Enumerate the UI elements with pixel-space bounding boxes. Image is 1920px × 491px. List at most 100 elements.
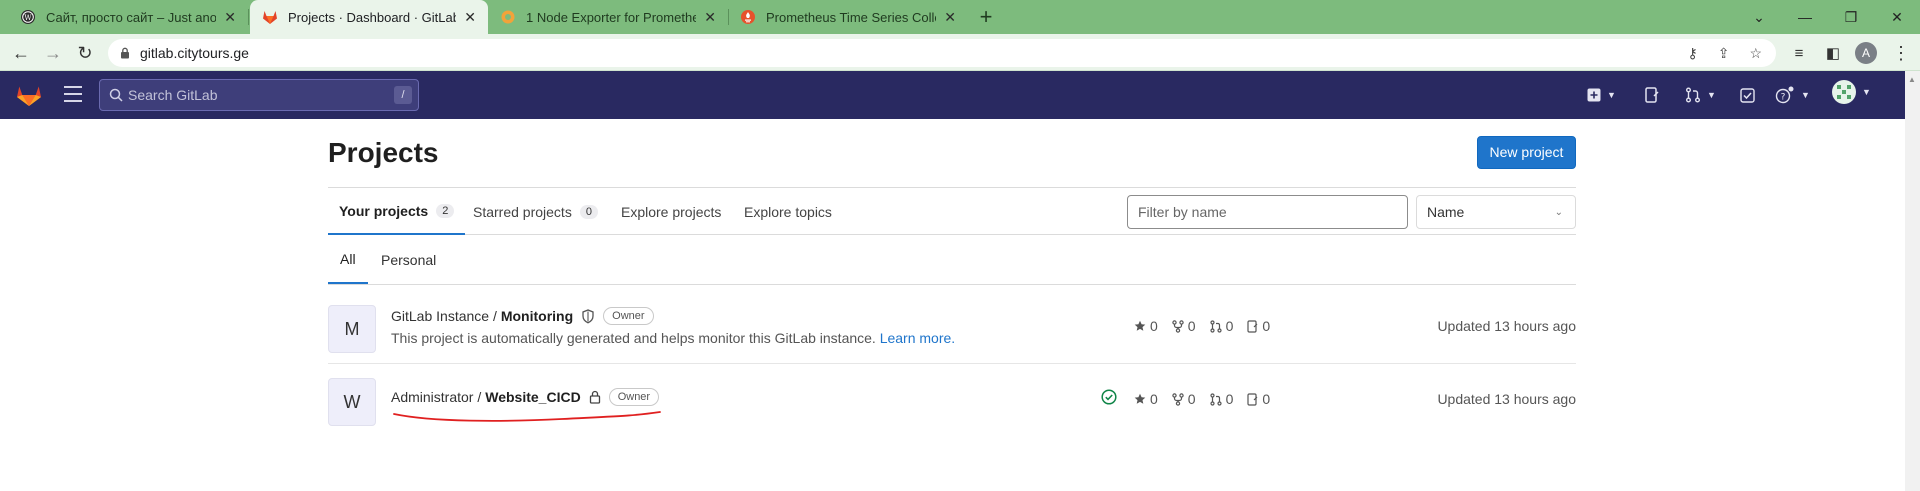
new-tab-button[interactable]: + [973, 4, 999, 30]
reading-list-icon[interactable]: ≡ [1786, 40, 1812, 66]
role-badge: Owner [603, 307, 654, 325]
project-name: Website_CICD [485, 389, 581, 405]
side-panel-icon[interactable]: ◧ [1820, 40, 1846, 66]
page-title: Projects [328, 137, 439, 168]
chevron-down-icon: ▼ [1801, 90, 1810, 100]
issues-nav-button[interactable] [1645, 85, 1659, 105]
project-stats: 0 0 0 0 [1134, 318, 1284, 334]
forks-count-link[interactable]: 0 [1172, 318, 1196, 334]
svg-text:W: W [24, 14, 32, 22]
red-underline-annotation [393, 411, 661, 422]
project-stats: 0 0 0 0 [1134, 391, 1284, 407]
stars-count: 0 [1150, 391, 1158, 407]
new-project-button[interactable]: New project [1477, 136, 1576, 169]
merge-request-icon [1209, 392, 1222, 406]
updated-time: Updated 13 hours ago [1437, 391, 1576, 407]
tab-separator [248, 9, 249, 25]
filter-by-name-input[interactable] [1127, 195, 1408, 229]
tab-count-badge: 2 [436, 203, 455, 218]
gitlab-search[interactable]: / [99, 79, 419, 111]
close-tab-icon[interactable]: ✕ [944, 9, 956, 26]
fork-icon [1172, 392, 1184, 406]
scroll-up-arrow-icon[interactable]: ▲ [1908, 75, 1916, 84]
browser-menu-icon[interactable]: ⋮ [1888, 40, 1914, 66]
hamburger-menu-icon[interactable] [64, 86, 82, 102]
share-icon[interactable]: ⇪ [1718, 45, 1730, 62]
back-icon[interactable]: ← [8, 40, 34, 66]
chevron-down-icon: ▼ [1862, 87, 1871, 97]
project-title-link[interactable]: GitLab Instance / Monitoring Owner [391, 307, 654, 325]
tab-title: 1 Node Exporter for Prometheus [526, 9, 697, 25]
pipeline-passed-icon[interactable] [1101, 389, 1117, 405]
browser-tab-2[interactable]: Projects · Dashboard · GitLab ✕ [250, 0, 488, 34]
updated-time: Updated 13 hours ago [1437, 318, 1576, 334]
stars-count-link[interactable]: 0 [1134, 391, 1158, 407]
merge-requests-dropdown[interactable]: ▼ [1685, 85, 1716, 105]
profile-avatar[interactable]: A [1855, 42, 1877, 64]
sort-value: Name [1427, 204, 1465, 220]
stars-count: 0 [1150, 318, 1158, 334]
issues-count-link[interactable]: 0 [1247, 318, 1270, 334]
project-row: M GitLab Instance / Monitoring Owner Thi… [328, 291, 1576, 364]
merge-requests-count-link[interactable]: 0 [1209, 391, 1233, 407]
issues-icon [1247, 392, 1258, 406]
issues-count: 0 [1262, 318, 1271, 334]
plus-square-icon [1587, 88, 1601, 102]
wordpress-icon: W [21, 10, 35, 24]
subtab-personal[interactable]: Personal [381, 236, 436, 284]
tab-your-projects[interactable]: Your projects 2 [328, 188, 466, 235]
subtab-all[interactable]: All [328, 236, 368, 284]
gitlab-logo-icon[interactable] [16, 83, 42, 107]
svg-text:?: ? [1781, 93, 1786, 103]
issues-count-link[interactable]: 0 [1247, 391, 1270, 407]
project-avatar[interactable]: W [328, 378, 376, 426]
tab-explore-projects[interactable]: Explore projects [621, 188, 721, 235]
address-bar[interactable]: gitlab.citytours.ge ⚷ ⇪ ☆ [108, 39, 1776, 67]
tab-label: Explore topics [744, 203, 832, 220]
project-name: Monitoring [500, 308, 574, 324]
key-icon[interactable]: ⚷ [1687, 45, 1697, 62]
forks-count-link[interactable]: 0 [1172, 391, 1196, 407]
todos-nav-button[interactable] [1740, 85, 1755, 105]
prometheus-icon [741, 10, 755, 24]
tab-search-icon[interactable]: ⌄ [1736, 0, 1782, 34]
sort-dropdown[interactable]: Name ⌄ [1416, 195, 1576, 229]
browser-tab-4[interactable]: Prometheus Time Series Collectio ✕ [728, 0, 968, 34]
reload-icon[interactable]: ↻ [72, 40, 98, 66]
tab-starred-projects[interactable]: Starred projects 0 [473, 188, 598, 235]
close-tab-icon[interactable]: ✕ [704, 9, 716, 26]
stars-count-link[interactable]: 0 [1134, 318, 1158, 334]
merge-request-icon [1209, 319, 1222, 333]
window-close-button[interactable]: ✕ [1874, 0, 1920, 34]
chevron-down-icon: ▼ [1707, 90, 1716, 100]
tab-title: Сайт, просто сайт – Just another [46, 9, 217, 25]
lock-icon [121, 47, 129, 59]
chevron-down-icon: ▼ [1607, 90, 1616, 100]
project-namespace: Administrator / [391, 389, 482, 405]
close-tab-icon[interactable]: ✕ [224, 9, 236, 26]
help-dropdown[interactable]: ? ▼ [1775, 85, 1810, 105]
bookmark-star-icon[interactable]: ☆ [1749, 45, 1762, 62]
project-avatar[interactable]: M [328, 305, 376, 353]
project-title-link[interactable]: Administrator / Website_CICD Owner [391, 388, 660, 406]
browser-tab-1[interactable]: W Сайт, просто сайт – Just another ✕ [8, 0, 248, 34]
tab-explore-topics[interactable]: Explore topics [744, 188, 832, 235]
create-new-dropdown[interactable]: ▼ [1587, 85, 1616, 105]
forward-icon[interactable]: → [40, 40, 66, 66]
tab-title: Prometheus Time Series Collectio [766, 9, 936, 25]
tab-title: Projects · Dashboard · GitLab [288, 9, 457, 25]
project-description: This project is automatically generated … [391, 330, 955, 346]
browser-tabstrip: W Сайт, просто сайт – Just another ✕ Pro… [0, 0, 1920, 34]
user-menu-dropdown[interactable]: ▼ [1832, 80, 1871, 104]
learn-more-link[interactable]: Learn more. [880, 330, 955, 346]
description-text: This project is automatically generated … [391, 330, 876, 346]
restore-button[interactable]: ❐ [1828, 0, 1874, 34]
search-input[interactable] [128, 87, 378, 103]
merge-requests-count-link[interactable]: 0 [1209, 318, 1233, 334]
close-tab-icon[interactable]: ✕ [464, 9, 476, 26]
browser-tab-3[interactable]: 1 Node Exporter for Prometheus ✕ [488, 0, 728, 34]
help-icon: ? [1775, 86, 1794, 104]
minimize-button[interactable]: — [1782, 0, 1828, 34]
gitlab-tab-icon [263, 11, 277, 24]
page-scrollbar[interactable] [1905, 71, 1920, 491]
